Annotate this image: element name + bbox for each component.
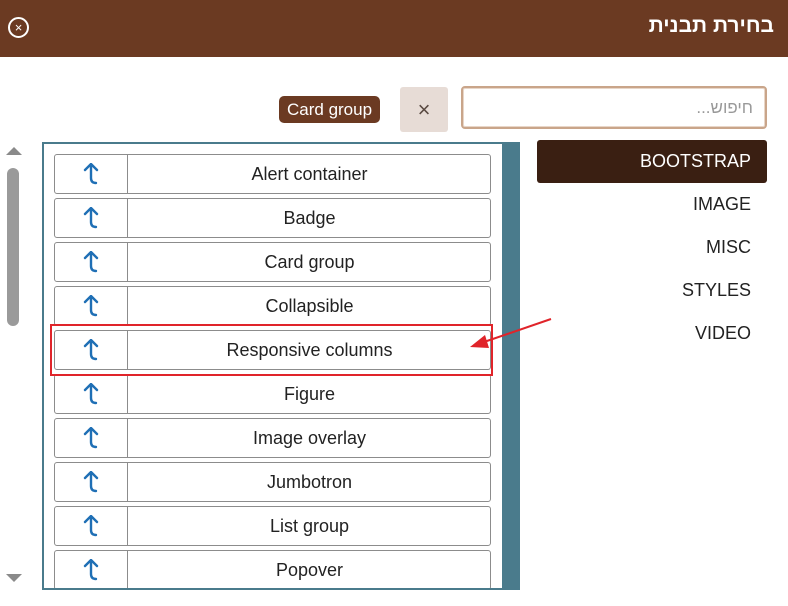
template-row-alert-container[interactable]: Alert container [54, 154, 491, 194]
template-row-jumbotron[interactable]: Jumbotron [54, 462, 491, 502]
template-row-card-group[interactable]: Card group [54, 242, 491, 282]
template-row-badge[interactable]: Badge [54, 198, 491, 238]
insert-arrow-icon[interactable] [55, 551, 128, 588]
dialog-title: בחירת תבנית [648, 14, 774, 37]
search-input[interactable] [461, 86, 767, 129]
template-label: Card group [264, 252, 355, 272]
insert-arrow-icon[interactable] [55, 199, 128, 237]
scrollbar[interactable] [3, 144, 25, 590]
insert-arrow-icon[interactable] [55, 287, 128, 325]
close-dialog-button[interactable]: × [8, 17, 29, 38]
template-row-list-group[interactable]: List group [54, 506, 491, 546]
template-label: Responsive columns [226, 340, 393, 360]
template-row-image-overlay[interactable]: Image overlay [54, 418, 491, 458]
template-row-figure[interactable]: Figure [54, 374, 491, 414]
insert-arrow-icon[interactable] [55, 375, 128, 413]
insert-arrow-icon[interactable] [55, 243, 128, 281]
clear-selection-button[interactable]: × [400, 87, 448, 132]
category-misc[interactable]: MISC [537, 226, 767, 269]
insert-arrow-icon[interactable] [55, 155, 128, 193]
insert-arrow-icon[interactable] [55, 507, 128, 545]
template-row-collapsible[interactable]: Collapsible [54, 286, 491, 326]
selected-template-badge: Card group [279, 96, 381, 123]
template-label: Popover [275, 560, 344, 580]
scroll-thumb[interactable] [7, 168, 19, 326]
category-styles[interactable]: STYLES [537, 269, 767, 312]
template-label: Collapsible [265, 296, 354, 316]
template-row-responsive-columns[interactable]: Responsive columns [54, 330, 491, 370]
template-row-popover[interactable]: Popover [54, 550, 491, 588]
category-video[interactable]: VIDEO [537, 312, 767, 355]
insert-arrow-icon[interactable] [55, 419, 128, 457]
insert-arrow-icon[interactable] [55, 463, 128, 501]
dialog-header: × בחירת תבנית [0, 0, 788, 57]
template-label: Image overlay [252, 428, 367, 448]
template-list: Alert container Badge Card group Collaps… [44, 144, 502, 588]
scroll-up-arrow-icon[interactable] [6, 147, 22, 155]
category-bootstrap[interactable]: BOOTSTRAP [537, 140, 767, 183]
insert-arrow-icon[interactable] [55, 331, 128, 369]
template-label: Jumbotron [266, 472, 353, 492]
template-list-panel: Alert container Badge Card group Collaps… [42, 142, 520, 590]
scroll-down-arrow-icon[interactable] [6, 574, 22, 582]
template-label: Alert container [251, 164, 368, 184]
template-label: Figure [283, 384, 336, 404]
category-image[interactable]: IMAGE [537, 183, 767, 226]
template-label: List group [269, 516, 350, 536]
template-label: Badge [283, 208, 336, 228]
